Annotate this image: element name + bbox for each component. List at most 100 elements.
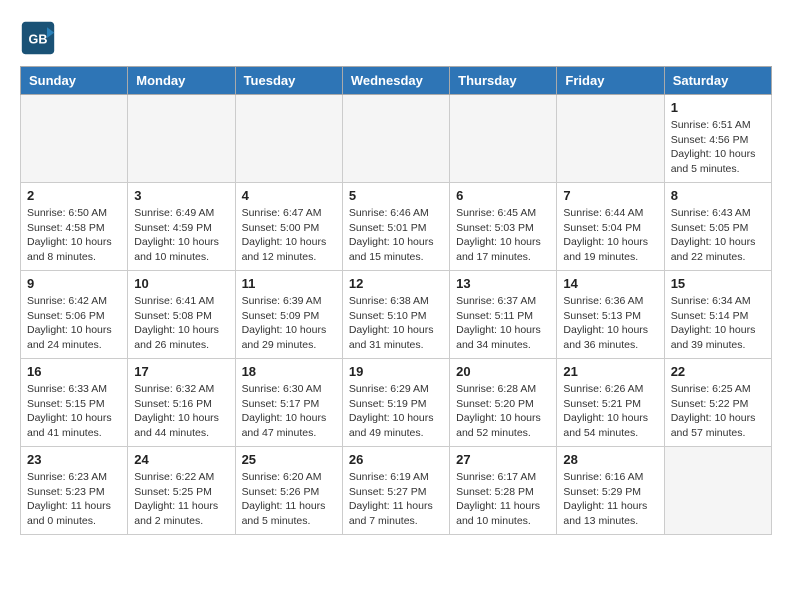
weekday-header-sunday: Sunday <box>21 67 128 95</box>
day-number: 28 <box>563 452 657 467</box>
day-number: 2 <box>27 188 121 203</box>
calendar-cell: 18 Sunrise: 6:30 AM Sunset: 5:17 PM Dayli… <box>235 359 342 447</box>
day-number: 9 <box>27 276 121 291</box>
logo-icon: GB <box>20 20 56 56</box>
day-number: 20 <box>456 364 550 379</box>
calendar-cell: 22 Sunrise: 6:25 AM Sunset: 5:22 PM Dayli… <box>664 359 771 447</box>
calendar-cell: 9 Sunrise: 6:42 AM Sunset: 5:06 PM Daylig… <box>21 271 128 359</box>
calendar-cell: 17 Sunrise: 6:32 AM Sunset: 5:16 PM Dayli… <box>128 359 235 447</box>
day-info: Sunrise: 6:45 AM Sunset: 5:03 PM Dayligh… <box>456 206 550 265</box>
calendar-cell <box>664 447 771 535</box>
week-row-3: 9 Sunrise: 6:42 AM Sunset: 5:06 PM Daylig… <box>21 271 772 359</box>
day-info: Sunrise: 6:19 AM Sunset: 5:27 PM Dayligh… <box>349 470 443 529</box>
day-number: 6 <box>456 188 550 203</box>
calendar-cell: 16 Sunrise: 6:33 AM Sunset: 5:15 PM Dayli… <box>21 359 128 447</box>
logo: GB <box>20 20 60 56</box>
day-info: Sunrise: 6:50 AM Sunset: 4:58 PM Dayligh… <box>27 206 121 265</box>
day-info: Sunrise: 6:17 AM Sunset: 5:28 PM Dayligh… <box>456 470 550 529</box>
day-number: 18 <box>242 364 336 379</box>
day-info: Sunrise: 6:47 AM Sunset: 5:00 PM Dayligh… <box>242 206 336 265</box>
day-info: Sunrise: 6:37 AM Sunset: 5:11 PM Dayligh… <box>456 294 550 353</box>
weekday-header-wednesday: Wednesday <box>342 67 449 95</box>
calendar-cell: 1 Sunrise: 6:51 AM Sunset: 4:56 PM Daylig… <box>664 95 771 183</box>
day-info: Sunrise: 6:43 AM Sunset: 5:05 PM Dayligh… <box>671 206 765 265</box>
day-info: Sunrise: 6:46 AM Sunset: 5:01 PM Dayligh… <box>349 206 443 265</box>
calendar-cell: 2 Sunrise: 6:50 AM Sunset: 4:58 PM Daylig… <box>21 183 128 271</box>
calendar-cell: 13 Sunrise: 6:37 AM Sunset: 5:11 PM Dayli… <box>450 271 557 359</box>
day-info: Sunrise: 6:29 AM Sunset: 5:19 PM Dayligh… <box>349 382 443 441</box>
weekday-header-saturday: Saturday <box>664 67 771 95</box>
calendar-cell: 7Sunrise: 6:44 AM Sunset: 5:04 PM Daylig… <box>557 183 664 271</box>
week-row-4: 16 Sunrise: 6:33 AM Sunset: 5:15 PM Dayli… <box>21 359 772 447</box>
day-number: 15 <box>671 276 765 291</box>
day-number: 26 <box>349 452 443 467</box>
calendar-table: SundayMondayTuesdayWednesdayThursdayFrid… <box>20 66 772 535</box>
day-number: 8 <box>671 188 765 203</box>
day-info: Sunrise: 6:25 AM Sunset: 5:22 PM Dayligh… <box>671 382 765 441</box>
day-info: Sunrise: 6:44 AM Sunset: 5:04 PM Dayligh… <box>563 206 657 265</box>
day-info: Sunrise: 6:38 AM Sunset: 5:10 PM Dayligh… <box>349 294 443 353</box>
calendar-cell: 19 Sunrise: 6:29 AM Sunset: 5:19 PM Dayli… <box>342 359 449 447</box>
day-info: Sunrise: 6:20 AM Sunset: 5:26 PM Dayligh… <box>242 470 336 529</box>
weekday-header-friday: Friday <box>557 67 664 95</box>
svg-text:GB: GB <box>29 32 48 46</box>
week-row-5: 23 Sunrise: 6:23 AM Sunset: 5:23 PM Dayli… <box>21 447 772 535</box>
day-number: 19 <box>349 364 443 379</box>
weekday-header-monday: Monday <box>128 67 235 95</box>
calendar-cell: 12 Sunrise: 6:38 AM Sunset: 5:10 PM Dayli… <box>342 271 449 359</box>
day-number: 16 <box>27 364 121 379</box>
day-number: 3 <box>134 188 228 203</box>
week-row-2: 2 Sunrise: 6:50 AM Sunset: 4:58 PM Daylig… <box>21 183 772 271</box>
day-number: 4 <box>242 188 336 203</box>
day-number: 22 <box>671 364 765 379</box>
weekday-header-thursday: Thursday <box>450 67 557 95</box>
day-info: Sunrise: 6:28 AM Sunset: 5:20 PM Dayligh… <box>456 382 550 441</box>
calendar-cell: 10Sunrise: 6:41 AM Sunset: 5:08 PM Dayli… <box>128 271 235 359</box>
calendar-cell <box>342 95 449 183</box>
calendar-cell: 3 Sunrise: 6:49 AM Sunset: 4:59 PM Daylig… <box>128 183 235 271</box>
day-info: Sunrise: 6:22 AM Sunset: 5:25 PM Dayligh… <box>134 470 228 529</box>
day-number: 27 <box>456 452 550 467</box>
calendar-cell <box>128 95 235 183</box>
calendar-cell: 14 Sunrise: 6:36 AM Sunset: 5:13 PM Dayli… <box>557 271 664 359</box>
day-number: 21 <box>563 364 657 379</box>
calendar-cell <box>235 95 342 183</box>
day-info: Sunrise: 6:26 AM Sunset: 5:21 PM Dayligh… <box>563 382 657 441</box>
day-info: Sunrise: 6:30 AM Sunset: 5:17 PM Dayligh… <box>242 382 336 441</box>
calendar-cell: 27 Sunrise: 6:17 AM Sunset: 5:28 PM Dayli… <box>450 447 557 535</box>
day-info: Sunrise: 6:49 AM Sunset: 4:59 PM Dayligh… <box>134 206 228 265</box>
calendar-header-row: SundayMondayTuesdayWednesdayThursdayFrid… <box>21 67 772 95</box>
calendar-cell: 25 Sunrise: 6:20 AM Sunset: 5:26 PM Dayli… <box>235 447 342 535</box>
calendar-cell <box>450 95 557 183</box>
day-info: Sunrise: 6:16 AM Sunset: 5:29 PM Dayligh… <box>563 470 657 529</box>
day-number: 5 <box>349 188 443 203</box>
calendar-cell <box>21 95 128 183</box>
day-number: 17 <box>134 364 228 379</box>
day-info: Sunrise: 6:39 AM Sunset: 5:09 PM Dayligh… <box>242 294 336 353</box>
day-number: 23 <box>27 452 121 467</box>
calendar-cell: 15 Sunrise: 6:34 AM Sunset: 5:14 PM Dayli… <box>664 271 771 359</box>
calendar-cell: 21 Sunrise: 6:26 AM Sunset: 5:21 PM Dayli… <box>557 359 664 447</box>
day-number: 12 <box>349 276 443 291</box>
calendar-cell: 6 Sunrise: 6:45 AM Sunset: 5:03 PM Daylig… <box>450 183 557 271</box>
calendar-cell <box>557 95 664 183</box>
day-info: Sunrise: 6:33 AM Sunset: 5:15 PM Dayligh… <box>27 382 121 441</box>
calendar-cell: 24Sunrise: 6:22 AM Sunset: 5:25 PM Dayli… <box>128 447 235 535</box>
weekday-header-tuesday: Tuesday <box>235 67 342 95</box>
day-number: 1 <box>671 100 765 115</box>
day-number: 10 <box>134 276 228 291</box>
day-number: 14 <box>563 276 657 291</box>
day-info: Sunrise: 6:42 AM Sunset: 5:06 PM Dayligh… <box>27 294 121 353</box>
day-number: 13 <box>456 276 550 291</box>
calendar-cell: 26 Sunrise: 6:19 AM Sunset: 5:27 PM Dayli… <box>342 447 449 535</box>
day-number: 25 <box>242 452 336 467</box>
day-info: Sunrise: 6:51 AM Sunset: 4:56 PM Dayligh… <box>671 118 765 177</box>
day-info: Sunrise: 6:36 AM Sunset: 5:13 PM Dayligh… <box>563 294 657 353</box>
day-info: Sunrise: 6:23 AM Sunset: 5:23 PM Dayligh… <box>27 470 121 529</box>
day-info: Sunrise: 6:34 AM Sunset: 5:14 PM Dayligh… <box>671 294 765 353</box>
calendar-cell: 20 Sunrise: 6:28 AM Sunset: 5:20 PM Dayli… <box>450 359 557 447</box>
calendar-cell: 4 Sunrise: 6:47 AM Sunset: 5:00 PM Daylig… <box>235 183 342 271</box>
day-info: Sunrise: 6:32 AM Sunset: 5:16 PM Dayligh… <box>134 382 228 441</box>
calendar-cell: 28 Sunrise: 6:16 AM Sunset: 5:29 PM Dayli… <box>557 447 664 535</box>
calendar-cell: 5 Sunrise: 6:46 AM Sunset: 5:01 PM Daylig… <box>342 183 449 271</box>
